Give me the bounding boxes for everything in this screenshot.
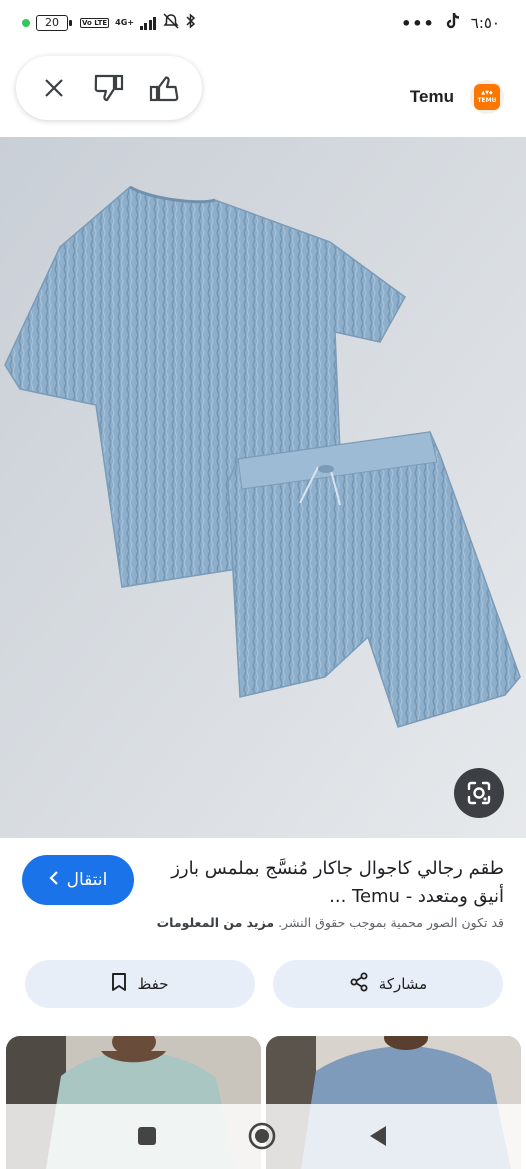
lens-icon [467, 781, 491, 805]
google-lens-button[interactable] [454, 768, 504, 818]
bluetooth-icon [186, 13, 196, 33]
thumbs-down-icon [94, 74, 124, 102]
visit-label: انتقال [66, 870, 108, 890]
battery-indicator: 20 [36, 15, 72, 31]
home-icon [248, 1122, 276, 1150]
tiktok-icon [445, 12, 461, 34]
thumbs-up-icon [150, 76, 179, 102]
back-button[interactable] [368, 1125, 388, 1151]
more-notifications-icon: ••• [401, 13, 435, 33]
back-icon [370, 1126, 386, 1146]
source-header[interactable]: Temu ▲▼◆ TEMU [410, 80, 504, 114]
source-name: Temu [409, 87, 454, 106]
chevron-left-icon [49, 870, 59, 890]
bookmark-icon [111, 972, 127, 996]
status-bar: 20 Vo LTE 4G+ ••• ٦:٥٠ [0, 0, 526, 46]
visit-button[interactable]: انتقال [22, 855, 134, 905]
temu-logo: ▲▼◆ TEMU [470, 80, 504, 114]
save-label: حفظ [137, 975, 169, 993]
share-icon [349, 972, 369, 996]
copyright-text: قد تكون الصور محمية بموجب حقوق النشر. [278, 915, 504, 930]
home-button[interactable] [248, 1122, 276, 1154]
bell-muted-icon [162, 13, 180, 33]
signal-icon [139, 16, 157, 30]
result-title[interactable]: طقم رجالي كاجوال جاكار مُنسَّج بملمس بار… [154, 855, 504, 911]
feedback-bar [16, 56, 202, 120]
more-info-link[interactable]: مزيد من المعلومات [157, 915, 274, 930]
recents-icon [138, 1127, 156, 1145]
recents-button[interactable] [137, 1126, 157, 1150]
share-button[interactable]: مشاركة [273, 960, 503, 1008]
clock: ٦:٥٠ [470, 14, 500, 32]
notification-dot [22, 19, 30, 27]
status-bar-left: 20 Vo LTE 4G+ [22, 13, 196, 33]
product-image[interactable] [0, 137, 526, 838]
system-nav-bar [0, 1104, 526, 1169]
save-button[interactable]: حفظ [25, 960, 255, 1008]
close-icon [44, 79, 63, 97]
share-label: مشاركة [378, 975, 428, 993]
dislike-button[interactable] [87, 66, 131, 110]
copyright-notice: قد تكون الصور محمية بموجب حقوق النشر. مز… [14, 915, 504, 930]
status-bar-right: ••• ٦:٥٠ [401, 12, 500, 34]
volte-icon: Vo LTE [80, 18, 110, 28]
like-button[interactable] [142, 66, 186, 110]
network-type: 4G+ [115, 18, 134, 27]
close-button[interactable] [32, 66, 76, 110]
